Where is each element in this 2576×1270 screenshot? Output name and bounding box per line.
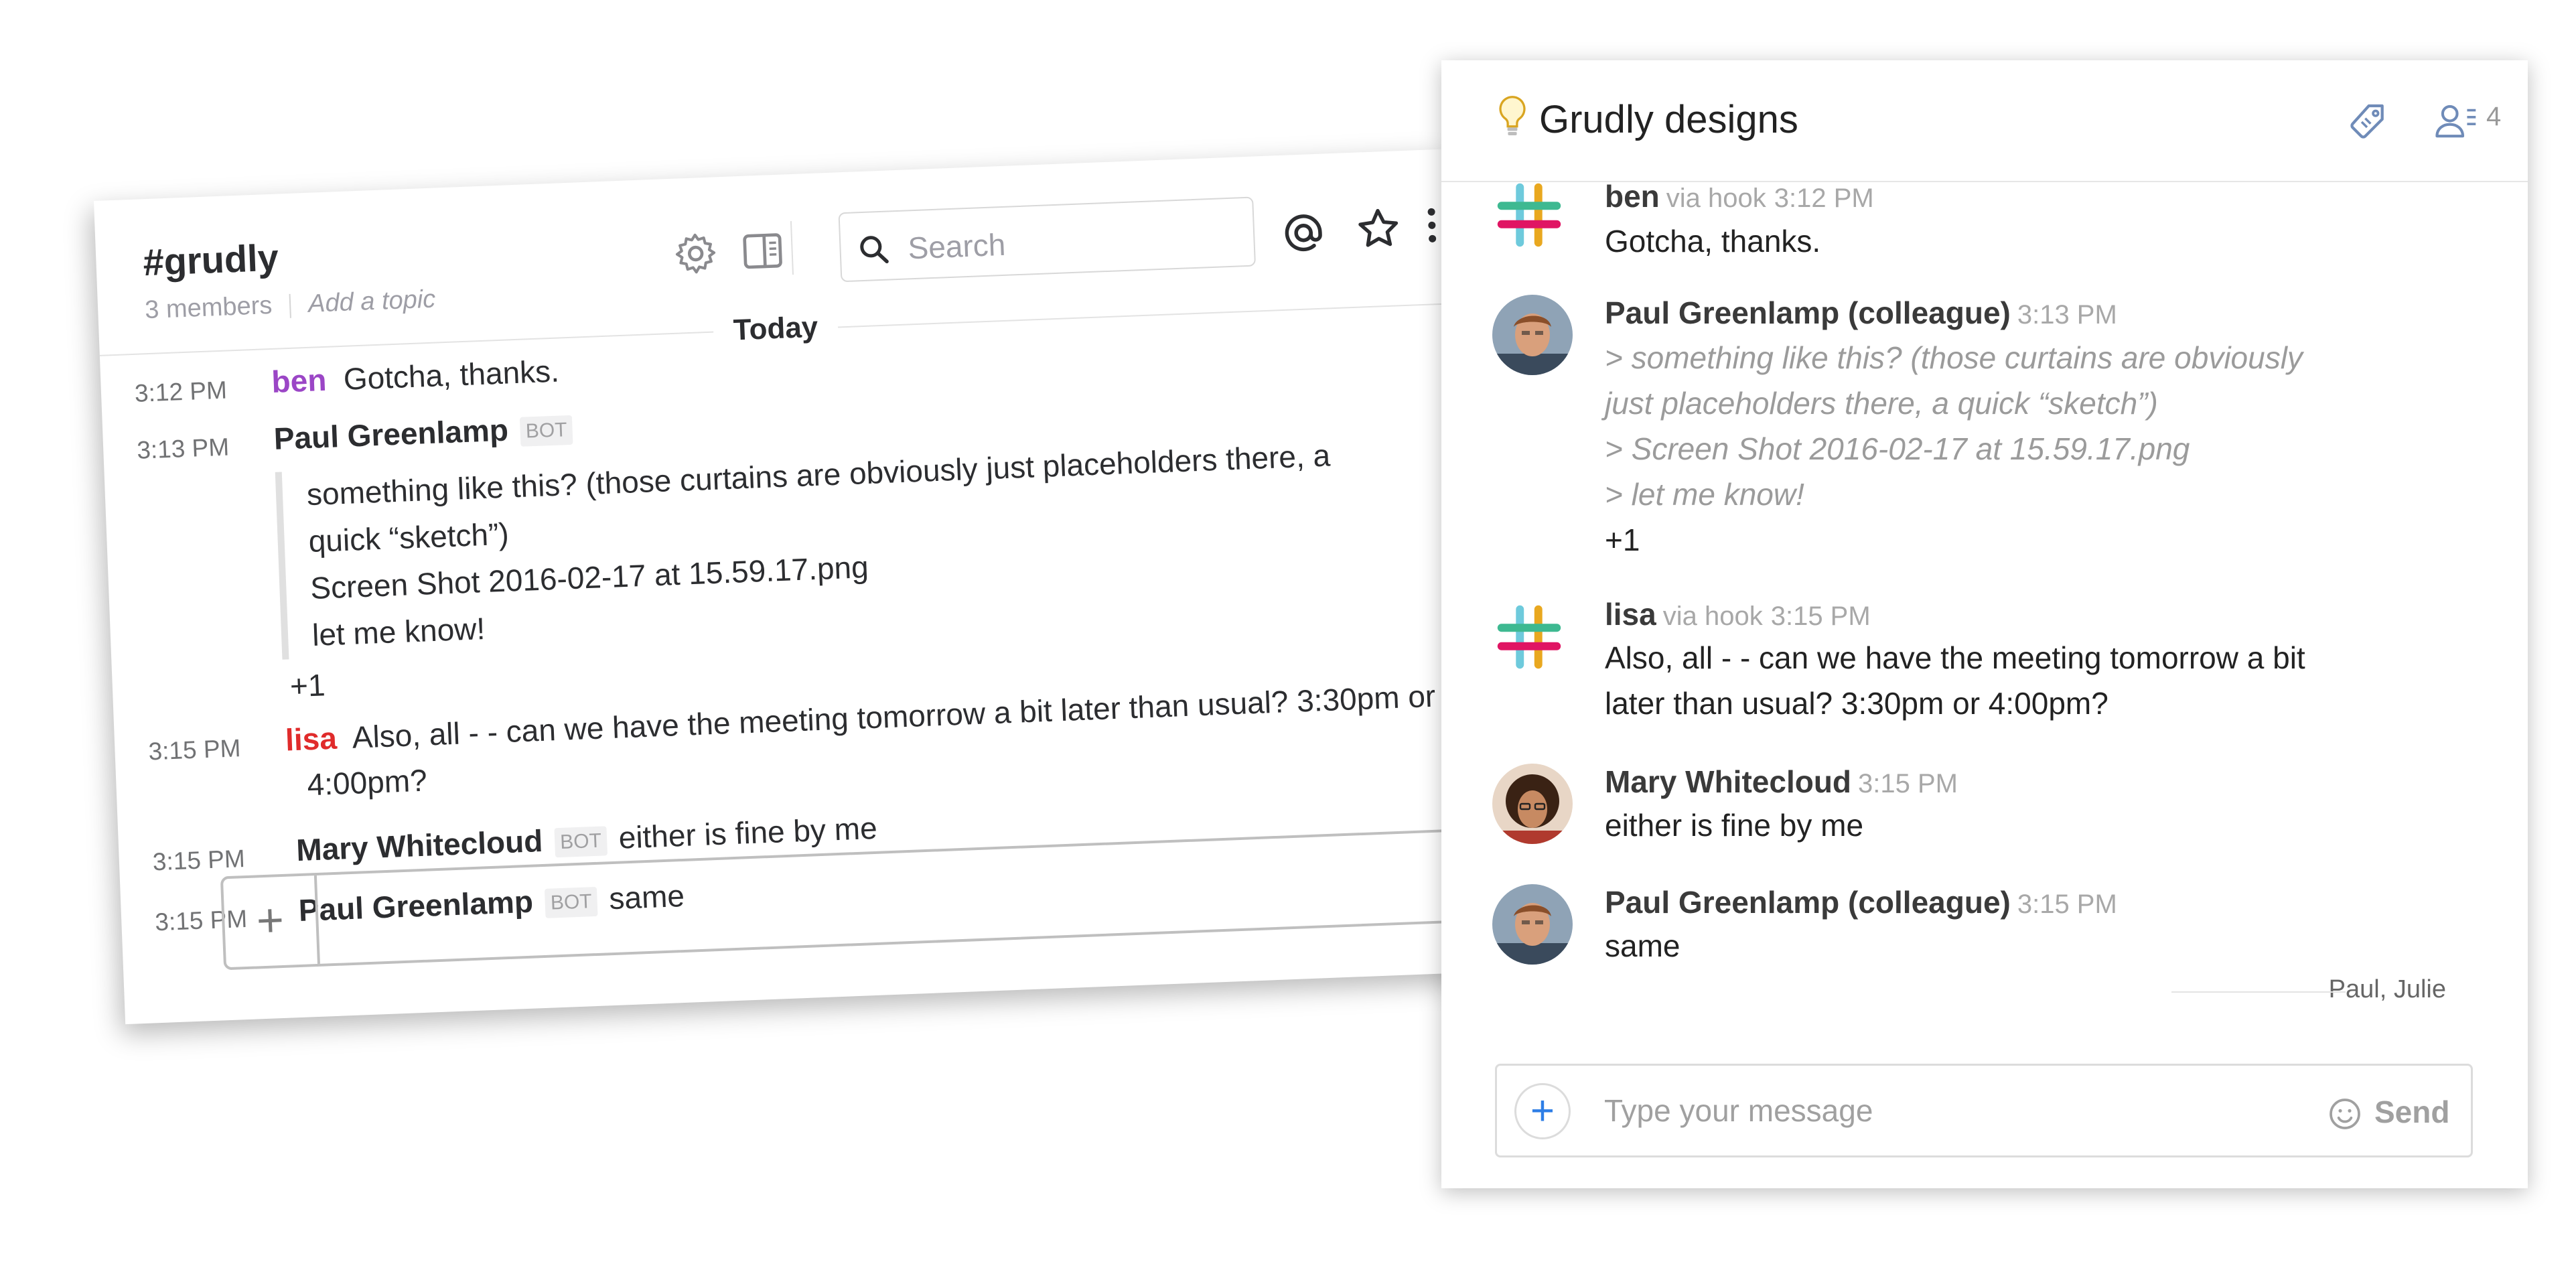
chat-widget-window: Grudly designs 4 ben via hook 3:12 PM Gotc… (1441, 60, 2528, 1188)
message-quote: > something like this? (those curtains a… (1605, 335, 2342, 517)
message-timestamp[interactable]: 3:12 PM (134, 370, 228, 414)
avatar (1492, 295, 1573, 375)
gear-icon[interactable] (671, 229, 720, 278)
plus-icon: + (255, 893, 285, 947)
message-text: Also, all - - can we have the meeting to… (351, 678, 1437, 755)
message-line: Also, all - - can we have the meeting to… (1605, 640, 2305, 675)
message-author: ben (1605, 179, 1660, 214)
message-via: via hook (1662, 602, 1763, 631)
search-input[interactable]: Search (838, 196, 1257, 283)
message-author: Paul Greenlamp (colleague) (1605, 295, 2011, 330)
message-author[interactable]: Mary Whitecloud (295, 823, 543, 867)
message-timestamp: 3:15 PM (2017, 890, 2117, 919)
member-count[interactable]: 3 members (145, 291, 273, 324)
message-author: Mary Whitecloud (1605, 764, 1852, 799)
slack-logo-icon (1497, 183, 1561, 247)
bot-badge: BOT (520, 415, 573, 447)
attach-button[interactable]: + (1514, 1083, 1571, 1139)
quote-line: just placeholders there, a quick “sketch… (1605, 386, 2158, 421)
lightbulb-icon (1498, 95, 1527, 143)
members-icon[interactable] (2433, 99, 2481, 145)
member-count: 4 (2486, 102, 2502, 131)
quote-line: > let me know! (1605, 477, 1804, 512)
add-topic-link[interactable]: Add a topic (307, 285, 436, 318)
message-text: Gotcha, thanks. (1605, 224, 1821, 259)
slack-logo-icon (1497, 605, 1561, 669)
conversation-title: Grudly designs (1539, 98, 1798, 141)
channel-subtitle: 3 members Add a topic (145, 285, 437, 326)
star-icon[interactable] (1354, 204, 1403, 253)
message-text: same (1605, 928, 1680, 963)
avatar (1492, 764, 1573, 844)
message-header: Paul Greenlamp (colleague) 3:15 PM (1605, 884, 2117, 920)
plus-icon: + (1530, 1088, 1555, 1134)
message-header: ben via hook 3:12 PM (1605, 178, 1874, 214)
message-timestamp: 3:15 PM (1858, 769, 1958, 798)
message-text: either is fine by me (618, 810, 878, 855)
message-composer: + Type your message Send (1495, 1064, 2473, 1157)
message-text: either is fine by me (1605, 808, 1864, 843)
sidebar-toggle-icon[interactable] (738, 226, 787, 275)
bot-badge: BOT (554, 826, 607, 858)
message-via: via hook (1666, 184, 1766, 213)
emoji-icon[interactable] (2326, 1095, 2364, 1136)
at-mention-icon[interactable] (1281, 210, 1330, 259)
message-header: Paul Greenlamp BOT (273, 407, 585, 459)
slack-window: #grudly 3 members Add a topic Search Toda… (94, 149, 1478, 1025)
message-author: Paul Greenlamp (colleague) (1605, 885, 2011, 920)
attach-button[interactable]: + (223, 875, 320, 968)
seen-by-indicator: Paul, Julie (2158, 975, 2446, 1004)
message-header: lisa via hook 3:15 PM (1605, 596, 1871, 632)
send-button[interactable]: Send (2374, 1094, 2449, 1130)
message-timestamp: 3:12 PM (1774, 184, 1874, 213)
message-input[interactable]: Type your message (1604, 1092, 1873, 1129)
tag-icon[interactable] (2346, 100, 2388, 147)
message-line: later than usual? 3:30pm or 4:00pm? (1605, 686, 2108, 721)
message-text: Gotcha, thanks. (342, 353, 560, 397)
message-timestamp: 3:15 PM (1770, 602, 1871, 631)
divider (289, 293, 291, 318)
message-author[interactable]: lisa (285, 721, 338, 758)
slack-logo-avatar (1492, 600, 1573, 681)
slack-logo-avatar (1492, 178, 1573, 259)
avatar (1492, 884, 1573, 965)
message-header: Mary Whitecloud 3:15 PM (1605, 764, 1958, 800)
search-icon (860, 236, 889, 264)
message-timestamp: 3:13 PM (2017, 300, 2117, 330)
search-placeholder: Search (907, 226, 1007, 266)
message-line: lisa Also, all - - can we have the meeti… (285, 676, 1436, 760)
message-text: +1 (1605, 522, 1640, 557)
message-text: Also, all - - can we have the meeting to… (1605, 635, 2342, 726)
header-separator (790, 221, 794, 275)
quote-line: > something like this? (those curtains a… (1605, 340, 2303, 375)
message-author: lisa (1605, 597, 1656, 632)
channel-name: #grudly (142, 236, 279, 284)
message-timestamp[interactable]: 3:13 PM (136, 427, 230, 471)
message-timestamp[interactable]: 3:15 PM (147, 728, 241, 772)
message-quote: something like this? (those curtains are… (275, 431, 1337, 660)
message-text: +1 (289, 667, 326, 704)
widget-header: Grudly designs 4 (1441, 60, 2528, 182)
quote-line: > Screen Shot 2016-02-17 at 15.59.17.png (1605, 431, 2190, 466)
message-text-continued: 4:00pm? (306, 762, 428, 802)
message-author[interactable]: ben (271, 362, 328, 399)
message-author[interactable]: Paul Greenlamp (273, 413, 509, 456)
message-header: Paul Greenlamp (colleague) 3:13 PM (1605, 295, 2117, 331)
